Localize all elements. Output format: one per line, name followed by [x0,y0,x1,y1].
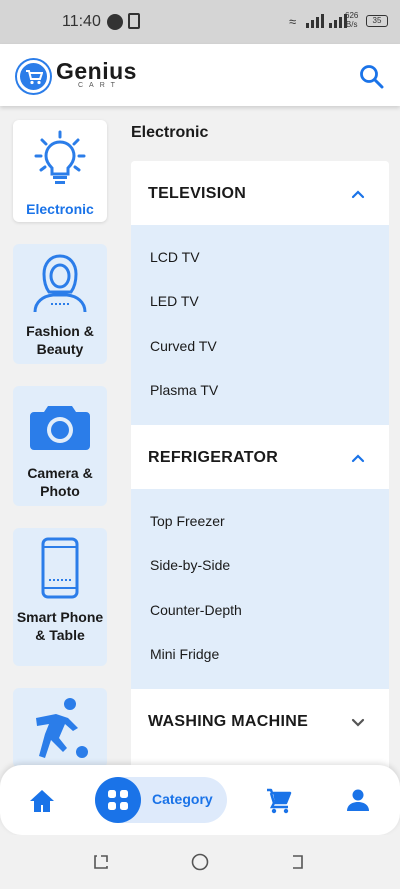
nav-cart-button[interactable] [265,787,293,815]
wifi-icon: ≈ [289,14,297,29]
chevron-up-icon [351,454,365,463]
subcategory-panel: TELEVISION LCD TV LED TV Curved TV Plasm… [131,161,389,781]
accordion-body-refrigerator: Top Freezer Side-by-Side Counter-Depth M… [131,489,389,689]
lightbulb-icon [13,130,107,186]
soccer-player-icon [13,696,107,760]
brand-subtitle: CART [78,82,121,89]
chevron-down-icon [351,718,365,727]
system-navigation-bar [0,835,400,889]
smartphone-icon [13,536,107,600]
camera-icon [13,400,107,452]
subcategory-item[interactable]: Side-by-Side [150,557,230,573]
category-electronic[interactable]: Electronic [13,120,107,222]
category-label: Smart Phone & Table [16,609,104,643]
cart-icon [267,788,292,814]
nav-home-button[interactable] [28,787,56,815]
brand-name: Genius [56,58,137,84]
grid-icon [95,777,141,823]
accordion-title: REFRIGERATOR [148,449,279,466]
signal-icon [306,14,347,28]
nav-profile-button[interactable] [345,787,371,813]
back-icon[interactable] [289,853,307,871]
section-title: Electronic [131,124,209,141]
home-circle-icon[interactable] [191,853,209,871]
network-speed-unit: B/s [345,20,358,29]
chevron-up-icon [351,190,365,199]
subcategory-item[interactable]: Counter-Depth [150,602,242,618]
accordion-title: TELEVISION [148,185,247,202]
subcategory-item[interactable]: Curved TV [150,338,217,354]
category-smartphone[interactable]: Smart Phone & Table [13,528,107,666]
status-bar: 11:40 ≈ 626 B/s 35 [0,0,400,44]
network-speed-value: 626 [345,11,359,20]
search-button[interactable] [358,63,386,91]
subcategory-item[interactable]: Mini Fridge [150,646,219,662]
cart-logo-icon [17,60,50,93]
network-speed: 626 B/s [345,11,358,29]
battery-icon: 35 [366,15,388,27]
subcategory-item[interactable]: Plasma TV [150,382,218,398]
home-icon [30,790,54,812]
woman-icon [13,252,107,314]
download-icon [128,13,140,29]
category-label: Camera & Photo [27,465,93,499]
bottom-navigation: Category [0,765,400,835]
status-time: 11:40 [62,13,101,30]
accordion-washing-machine[interactable]: WASHING MACHINE [131,689,389,753]
subcategory-item[interactable]: LCD TV [150,249,200,265]
accordion-television[interactable]: TELEVISION [131,161,389,225]
accordion-body-television: LCD TV LED TV Curved TV Plasma TV [131,225,389,425]
accordion-title: WASHING MACHINE [148,713,309,730]
category-sports[interactable] [13,688,107,768]
app-header: Genius CART [0,44,400,106]
nav-category-button[interactable]: Category [95,777,227,823]
category-camera-photo[interactable]: Camera & Photo [13,386,107,506]
recent-apps-icon[interactable] [92,853,110,871]
nav-category-label: Category [152,791,213,807]
subcategory-item[interactable]: LED TV [150,293,199,309]
category-fashion-beauty[interactable]: Fashion & Beauty [13,244,107,364]
category-label: Electronic [26,201,94,217]
messenger-icon [107,14,123,30]
subcategory-item[interactable]: Top Freezer [150,513,225,529]
search-icon [360,65,384,89]
person-icon [347,789,369,811]
category-label: Fashion & Beauty [26,323,94,357]
accordion-refrigerator[interactable]: REFRIGERATOR [131,425,389,489]
